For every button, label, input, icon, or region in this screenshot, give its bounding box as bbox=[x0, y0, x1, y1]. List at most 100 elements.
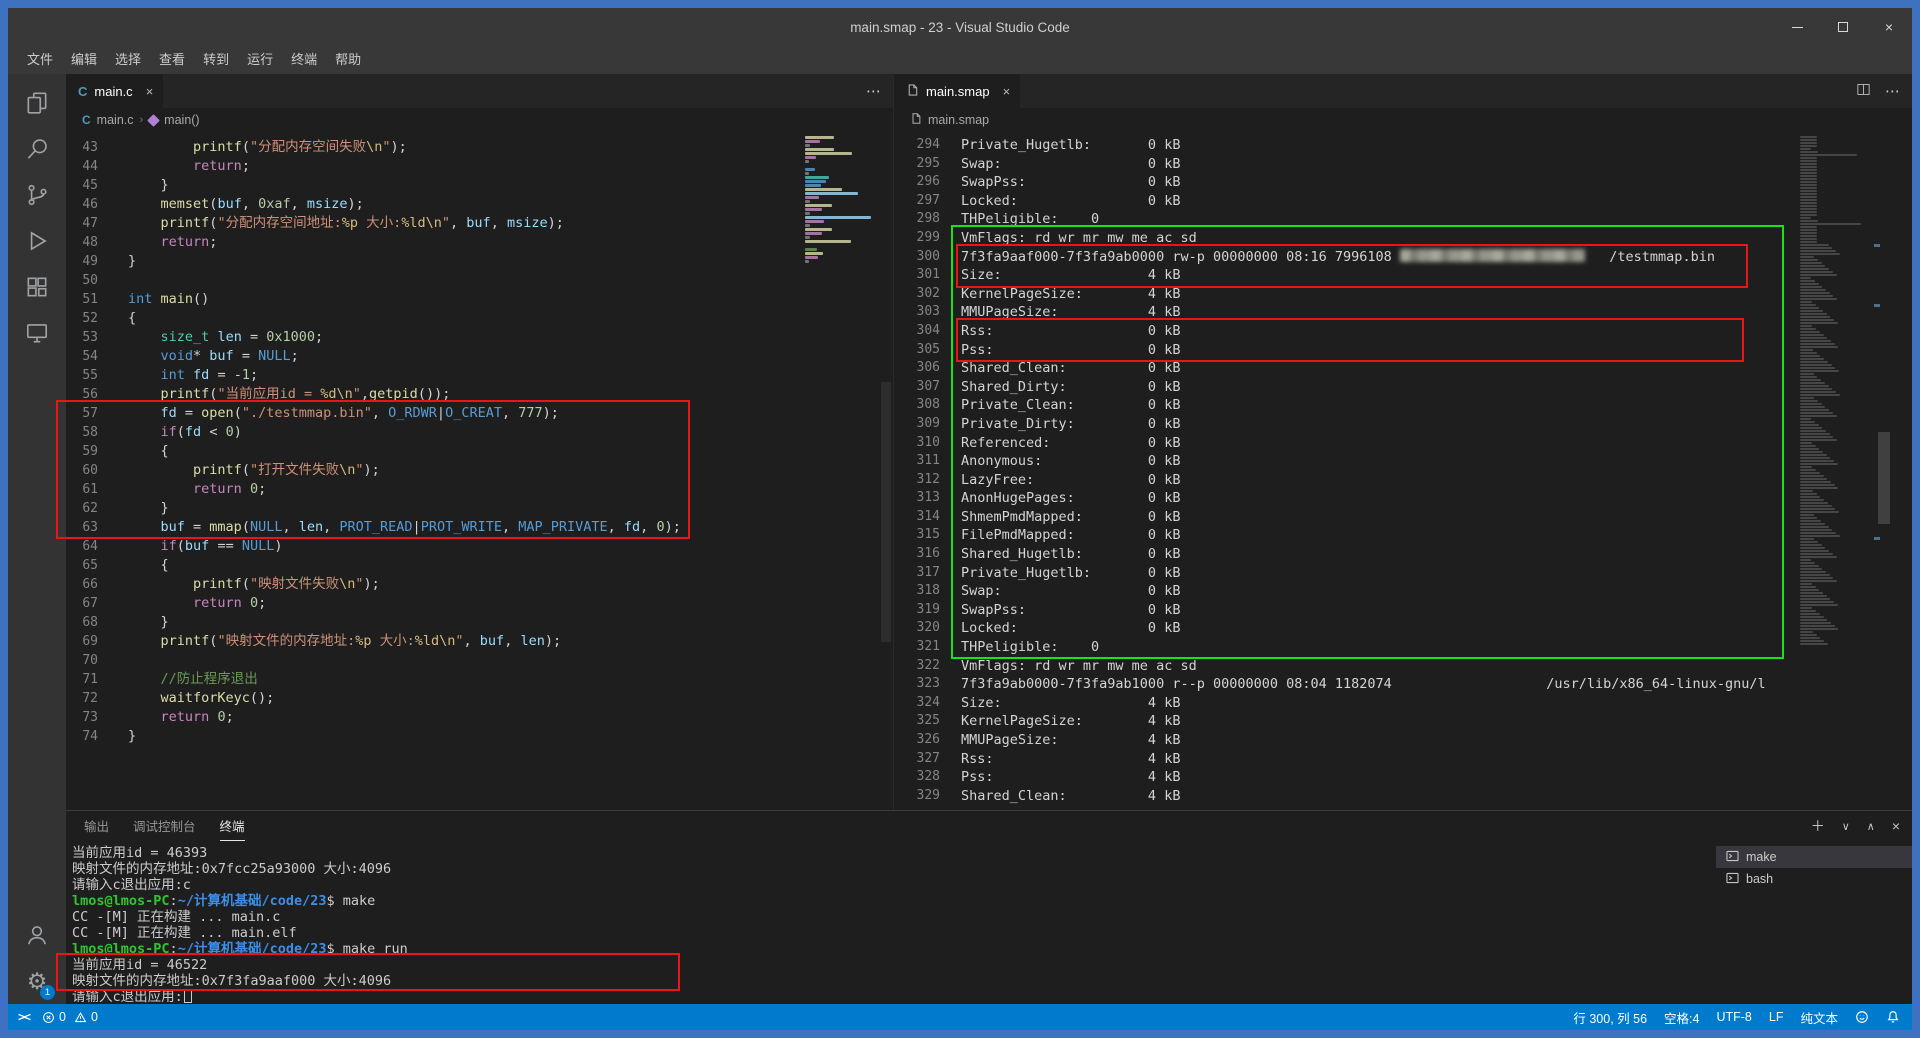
code-line[interactable]: 59 { bbox=[66, 442, 801, 461]
code-line[interactable]: 328Pss: 4 kB bbox=[894, 768, 1796, 787]
code-line[interactable]: 60 printf("打开文件失败\n"); bbox=[66, 461, 801, 480]
menu-item-5[interactable]: 运行 bbox=[238, 46, 282, 74]
language-mode[interactable]: 纯文本 bbox=[1800, 1008, 1838, 1027]
line-number[interactable]: 326 bbox=[894, 731, 961, 750]
line-number[interactable]: 299 bbox=[894, 229, 961, 248]
line-number[interactable]: 58 bbox=[66, 423, 128, 442]
code-line[interactable]: 321THPeligible: 0 bbox=[894, 638, 1796, 657]
more-actions-icon[interactable]: ⋯ bbox=[866, 82, 881, 100]
close-panel-icon[interactable]: × bbox=[1892, 818, 1900, 834]
activitybar-search-icon[interactable] bbox=[13, 126, 61, 172]
scrollbar-thumb[interactable] bbox=[881, 382, 891, 642]
menu-item-0[interactable]: 文件 bbox=[18, 46, 62, 74]
menu-item-1[interactable]: 编辑 bbox=[62, 46, 106, 74]
line-number[interactable]: 308 bbox=[894, 396, 961, 415]
code-line[interactable]: 295Swap: 0 kB bbox=[894, 155, 1796, 174]
terminal-output[interactable]: 当前应用id = 46393映射文件的内存地址:0x7fcc25a93000 大… bbox=[66, 841, 1716, 1004]
line-number[interactable]: 63 bbox=[66, 518, 128, 537]
line-number[interactable]: 312 bbox=[894, 471, 961, 490]
code-line[interactable]: 329Shared_Clean: 4 kB bbox=[894, 787, 1796, 806]
code-line[interactable]: 311Anonymous: 0 kB bbox=[894, 452, 1796, 471]
line-number[interactable]: 49 bbox=[66, 252, 128, 271]
scrollbar[interactable] bbox=[1874, 132, 1912, 810]
code-line[interactable]: 294Private_Hugetlb: 0 kB bbox=[894, 136, 1796, 155]
terminal-list-item-bash[interactable]: bash bbox=[1716, 868, 1912, 890]
code-line[interactable]: 3007f3fa9aaf000-7f3fa9ab0000 rw-p 000000… bbox=[894, 248, 1796, 267]
line-number[interactable]: 328 bbox=[894, 768, 961, 787]
close-tab-icon[interactable]: × bbox=[1003, 84, 1011, 99]
line-number[interactable]: 54 bbox=[66, 347, 128, 366]
code-line[interactable]: 67 return 0; bbox=[66, 594, 801, 613]
code-line[interactable]: 52{ bbox=[66, 309, 801, 328]
code-line[interactable]: 297Locked: 0 kB bbox=[894, 192, 1796, 211]
line-number[interactable]: 47 bbox=[66, 214, 128, 233]
panel-tab-调试控制台[interactable]: 调试控制台 bbox=[133, 811, 196, 841]
chevron-down-icon[interactable]: ∨ bbox=[1842, 820, 1850, 833]
code-line[interactable]: 304Rss: 0 kB bbox=[894, 322, 1796, 341]
code-line[interactable]: 309Private_Dirty: 0 kB bbox=[894, 415, 1796, 434]
breadcrumb-item[interactable]: main.c bbox=[97, 113, 134, 127]
code-line[interactable]: 72 waitforKeyc(); bbox=[66, 689, 801, 708]
code-line[interactable]: 48 return; bbox=[66, 233, 801, 252]
line-number[interactable]: 68 bbox=[66, 613, 128, 632]
line-number[interactable]: 45 bbox=[66, 176, 128, 195]
line-number[interactable]: 294 bbox=[894, 136, 961, 155]
line-number[interactable]: 327 bbox=[894, 750, 961, 769]
code-line[interactable]: 61 return 0; bbox=[66, 480, 801, 499]
code-line[interactable]: 327Rss: 4 kB bbox=[894, 750, 1796, 769]
line-number[interactable]: 65 bbox=[66, 556, 128, 575]
minimap[interactable] bbox=[1796, 132, 1874, 810]
code-line[interactable]: 301Size: 4 kB bbox=[894, 266, 1796, 285]
minimize-button[interactable] bbox=[1774, 8, 1820, 46]
maximize-button[interactable] bbox=[1820, 8, 1866, 46]
breadcrumb-item[interactable]: main.smap bbox=[928, 113, 989, 127]
line-number[interactable]: 298 bbox=[894, 210, 961, 229]
code-line[interactable]: 64 if(buf == NULL) bbox=[66, 537, 801, 556]
code-line[interactable]: 298THPeligible: 0 bbox=[894, 210, 1796, 229]
line-number[interactable]: 322 bbox=[894, 657, 961, 676]
code-line[interactable]: 50 bbox=[66, 271, 801, 290]
code-line[interactable]: 317Private_Hugetlb: 0 kB bbox=[894, 564, 1796, 583]
line-number[interactable]: 303 bbox=[894, 303, 961, 322]
line-number[interactable]: 64 bbox=[66, 537, 128, 556]
line-number[interactable]: 74 bbox=[66, 727, 128, 746]
line-number[interactable]: 318 bbox=[894, 582, 961, 601]
encoding-status[interactable]: UTF-8 bbox=[1716, 1010, 1751, 1024]
minimap[interactable] bbox=[801, 132, 879, 810]
line-number[interactable]: 316 bbox=[894, 545, 961, 564]
line-number[interactable]: 302 bbox=[894, 285, 961, 304]
code-line[interactable]: 315FilePmdMapped: 0 kB bbox=[894, 526, 1796, 545]
line-number[interactable]: 324 bbox=[894, 694, 961, 713]
line-number[interactable]: 325 bbox=[894, 712, 961, 731]
breadcrumb-item[interactable]: main() bbox=[164, 113, 199, 127]
line-number[interactable]: 62 bbox=[66, 499, 128, 518]
code-line[interactable]: 47 printf("分配内存空间地址:%p 大小:%ld\n", buf, m… bbox=[66, 214, 801, 233]
activitybar-account-icon[interactable] bbox=[13, 912, 61, 958]
panel-tab-终端[interactable]: 终端 bbox=[220, 811, 245, 841]
code-line[interactable]: 56 printf("当前应用id = %d\n",getpid()); bbox=[66, 385, 801, 404]
activitybar-remote-explorer-icon[interactable] bbox=[13, 310, 61, 356]
scrollbar[interactable] bbox=[879, 132, 893, 810]
code-line[interactable]: 310Referenced: 0 kB bbox=[894, 434, 1796, 453]
notifications-bell-icon[interactable] bbox=[1886, 1010, 1900, 1024]
code-line[interactable]: 74} bbox=[66, 727, 801, 746]
code-line[interactable]: 318Swap: 0 kB bbox=[894, 582, 1796, 601]
code-line[interactable]: 57 fd = open("./testmmap.bin", O_RDWR|O_… bbox=[66, 404, 801, 423]
code-line[interactable]: 299VmFlags: rd wr mr mw me ac sd bbox=[894, 229, 1796, 248]
code-line[interactable]: 46 memset(buf, 0xaf, msize); bbox=[66, 195, 801, 214]
menu-item-7[interactable]: 帮助 bbox=[326, 46, 370, 74]
menu-item-3[interactable]: 查看 bbox=[150, 46, 194, 74]
code-line[interactable]: 62 } bbox=[66, 499, 801, 518]
feedback-icon[interactable] bbox=[1855, 1010, 1869, 1024]
line-number[interactable]: 307 bbox=[894, 378, 961, 397]
line-number[interactable]: 48 bbox=[66, 233, 128, 252]
code-line[interactable]: 296SwapPss: 0 kB bbox=[894, 173, 1796, 192]
line-number[interactable]: 329 bbox=[894, 787, 961, 806]
line-number[interactable]: 52 bbox=[66, 309, 128, 328]
line-number[interactable]: 311 bbox=[894, 452, 961, 471]
code-line[interactable]: 314ShmemPmdMapped: 0 kB bbox=[894, 508, 1796, 527]
line-number[interactable]: 59 bbox=[66, 442, 128, 461]
line-number[interactable]: 72 bbox=[66, 689, 128, 708]
activitybar-source-control-icon[interactable] bbox=[13, 172, 61, 218]
remote-indicator[interactable]: >< bbox=[18, 1010, 30, 1024]
